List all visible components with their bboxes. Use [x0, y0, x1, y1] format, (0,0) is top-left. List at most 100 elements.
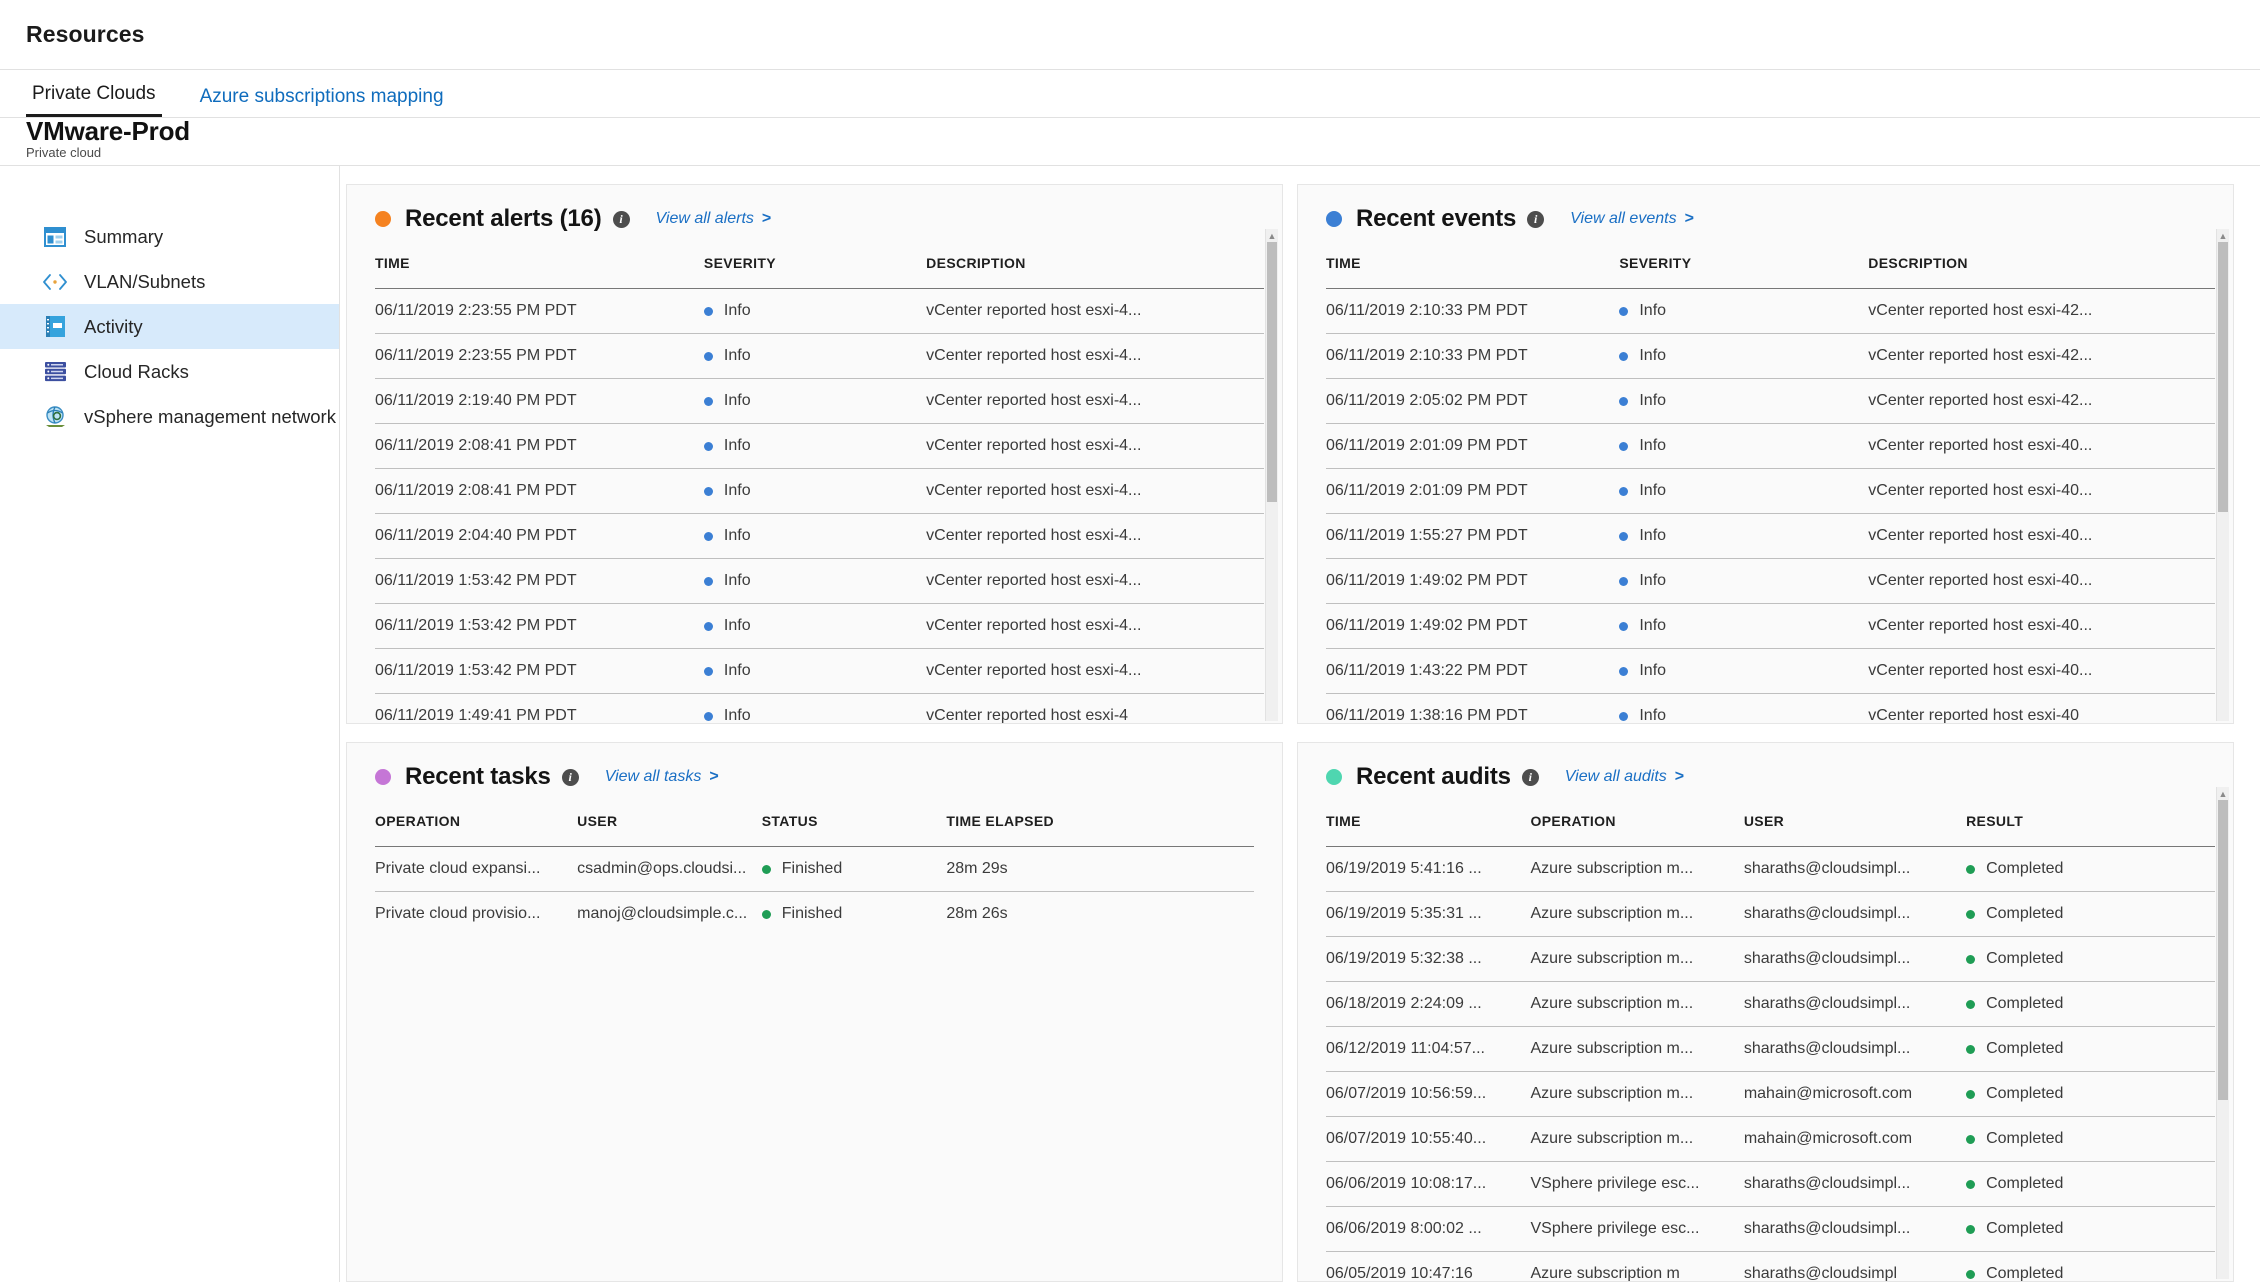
- view-all-audits-link[interactable]: View all audits >: [1565, 768, 1684, 786]
- table-row[interactable]: Private cloud expansi... csadmin@ops.clo…: [375, 846, 1254, 892]
- audit-time: 06/06/2019 8:00:02 ...: [1326, 1206, 1531, 1252]
- table-row[interactable]: 06/11/2019 1:55:27 PM PDT Info vCenter rep…: [1326, 513, 2215, 559]
- table-row[interactable]: Private cloud provisio... manoj@cloudsim…: [375, 891, 1254, 936]
- tab-private-clouds[interactable]: Private Clouds: [26, 83, 162, 117]
- table-row[interactable]: 06/06/2019 8:00:02 ... VSphere privilege …: [1326, 1206, 2215, 1252]
- task-status: Finished: [761, 846, 947, 892]
- resource-name: VMware-Prod: [26, 116, 190, 146]
- table-row[interactable]: 06/11/2019 2:10:33 PM PDT Info vCenter rep…: [1326, 288, 2215, 334]
- severity-dot: [703, 486, 713, 496]
- table-row[interactable]: 06/11/2019 2:01:09 PM PDT Info vCenter rep…: [1326, 468, 2215, 514]
- table-row[interactable]: 06/11/2019 1:53:42 PM PDT Info vCenter rep…: [375, 603, 1264, 649]
- severity-dot: [703, 531, 713, 541]
- audit-user: sharaths@cloudsimpl: [1743, 1251, 1967, 1281]
- table-row[interactable]: 06/11/2019 2:01:09 PM PDT Info vCenter rep…: [1326, 423, 2215, 469]
- recent-tasks-table: OPERATION USER STATUS TIME ELAPSED Priva…: [375, 813, 1254, 936]
- event-description: vCenter reported host esxi-40...: [1868, 423, 2215, 469]
- table-row[interactable]: 06/11/2019 2:23:55 PM PDT Info vCenter rep…: [375, 288, 1264, 334]
- audit-result: Completed: [1966, 1206, 2215, 1252]
- table-row[interactable]: 06/11/2019 2:05:02 PM PDT Info vCenter rep…: [1326, 378, 2215, 424]
- sidebar-item-label: Activity: [84, 315, 143, 337]
- recent-audits-card: Recent audits i View all audits > TIME OP…: [1297, 742, 2234, 1282]
- table-row[interactable]: 06/19/2019 5:35:31 ... Azure subscription…: [1326, 891, 2215, 937]
- table-row[interactable]: 06/11/2019 2:04:40 PM PDT Info vCenter rep…: [375, 513, 1264, 559]
- recent-tasks-header: Recent tasks i View all tasks >: [347, 743, 1282, 797]
- table-row[interactable]: 06/11/2019 1:49:41 PM PDT Info vCenter rep…: [375, 693, 1264, 723]
- table-row[interactable]: 06/19/2019 5:41:16 ... Azure subscription…: [1326, 846, 2215, 892]
- table-row[interactable]: 06/12/2019 11:04:57... Azure subscription…: [1326, 1026, 2215, 1072]
- audit-time: 06/06/2019 10:08:17...: [1326, 1161, 1531, 1207]
- alert-description: vCenter reported host esxi-4...: [926, 378, 1264, 424]
- view-all-tasks-link[interactable]: View all tasks >: [605, 768, 719, 786]
- view-all-events-link[interactable]: View all events >: [1570, 210, 1694, 228]
- events-scrollbar[interactable]: ▲: [2216, 229, 2229, 721]
- alert-time: 06/11/2019 1:49:41 PM PDT: [375, 693, 704, 723]
- scrollbar-thumb[interactable]: [1267, 242, 1277, 502]
- scrollbar-thumb[interactable]: [2218, 800, 2228, 1100]
- task-user: manoj@cloudsimple.c...: [577, 891, 762, 936]
- table-row[interactable]: 06/19/2019 5:32:38 ... Azure subscription…: [1326, 936, 2215, 982]
- table-row[interactable]: 06/07/2019 10:56:59... Azure subscription…: [1326, 1071, 2215, 1117]
- table-row[interactable]: 06/11/2019 2:08:41 PM PDT Info vCenter rep…: [375, 423, 1264, 469]
- table-row[interactable]: 06/11/2019 2:23:55 PM PDT Info vCenter rep…: [375, 333, 1264, 379]
- activity-book-icon: [42, 314, 68, 340]
- event-description: vCenter reported host esxi-40...: [1868, 513, 2215, 559]
- audit-time: 06/18/2019 2:24:09 ...: [1326, 981, 1531, 1027]
- recent-tasks-rows: Private cloud expansi... csadmin@ops.clo…: [375, 846, 1254, 936]
- table-row[interactable]: 06/05/2019 10:47:16 Azure subscription ms…: [1326, 1251, 2215, 1281]
- table-row[interactable]: 06/11/2019 2:08:41 PM PDT Info vCenter rep…: [375, 468, 1264, 514]
- recent-events-title: Recent events: [1356, 205, 1517, 232]
- table-row[interactable]: 06/18/2019 2:24:09 ... Azure subscription…: [1326, 981, 2215, 1027]
- audit-user: mahain@microsoft.com: [1743, 1071, 1967, 1117]
- view-all-alerts-link[interactable]: View all alerts >: [656, 210, 772, 228]
- audits-scrollbar[interactable]: ▲: [2216, 787, 2229, 1279]
- scroll-up-icon[interactable]: ▲: [2217, 787, 2229, 800]
- event-description: vCenter reported host esxi-42...: [1868, 333, 2215, 379]
- info-icon[interactable]: i: [561, 768, 579, 786]
- scroll-up-icon[interactable]: ▲: [2217, 229, 2229, 242]
- sidebar-item-cloud-racks[interactable]: Cloud Racks: [0, 349, 339, 394]
- recent-audits-table: TIME OPERATION USER RESULT 06/19/2019 5:…: [1326, 813, 2215, 1281]
- info-icon[interactable]: i: [612, 210, 630, 228]
- scrollbar-thumb[interactable]: [2218, 242, 2228, 512]
- table-row[interactable]: 06/11/2019 1:53:42 PM PDT Info vCenter rep…: [375, 648, 1264, 694]
- sidebar-item-vsphere-management-network[interactable]: vSphere management network: [0, 394, 339, 439]
- event-time: 06/11/2019 1:43:22 PM PDT: [1326, 648, 1620, 694]
- tab-azure-subscriptions-mapping[interactable]: Azure subscriptions mapping: [194, 86, 450, 117]
- table-row[interactable]: 06/11/2019 1:38:16 PM PDT Info vCenter rep…: [1326, 693, 2215, 723]
- event-severity: Info: [1619, 513, 1869, 559]
- audit-operation: Azure subscription m...: [1530, 1071, 1744, 1117]
- column-header-user: USER: [1743, 813, 1785, 829]
- sidebar-item-vlan-subnets[interactable]: VLAN/Subnets: [0, 259, 339, 304]
- sidebar-item-summary[interactable]: Summary: [0, 214, 339, 259]
- status-dot: [761, 864, 771, 874]
- task-status: Finished: [761, 891, 947, 936]
- table-row[interactable]: 06/11/2019 2:10:33 PM PDT Info vCenter rep…: [1326, 333, 2215, 379]
- column-header-result: RESULT: [1966, 813, 2024, 829]
- alert-severity: Info: [703, 288, 927, 334]
- recent-events-table: TIME SEVERITY DESCRIPTION 06/11/2019 2:1…: [1326, 255, 2215, 723]
- summary-icon: [42, 224, 68, 250]
- table-row[interactable]: 06/06/2019 10:08:17... VSphere privilege …: [1326, 1161, 2215, 1207]
- event-time: 06/11/2019 1:38:16 PM PDT: [1326, 693, 1620, 723]
- table-row[interactable]: 06/11/2019 2:19:40 PM PDT Info vCenter rep…: [375, 378, 1264, 424]
- severity-dot: [703, 396, 713, 406]
- info-icon[interactable]: i: [1527, 210, 1545, 228]
- column-header-description: DESCRIPTION: [926, 255, 1026, 271]
- table-row[interactable]: 06/07/2019 10:55:40... Azure subscription…: [1326, 1116, 2215, 1162]
- table-row[interactable]: 06/11/2019 1:49:02 PM PDT Info vCenter rep…: [1326, 558, 2215, 604]
- sidebar-item-activity[interactable]: Activity: [0, 304, 339, 349]
- recent-tasks-table-wrap: OPERATION USER STATUS TIME ELAPSED Priva…: [347, 813, 1282, 1281]
- alert-severity: Info: [703, 333, 927, 379]
- event-severity: Info: [1619, 378, 1869, 424]
- scroll-up-icon[interactable]: ▲: [1266, 229, 1278, 242]
- recent-alerts-card: Recent alerts (16) i View all alerts > TI…: [346, 184, 1283, 724]
- table-row[interactable]: 06/11/2019 1:49:02 PM PDT Info vCenter rep…: [1326, 603, 2215, 649]
- info-icon[interactable]: i: [1521, 768, 1539, 786]
- alerts-scrollbar[interactable]: ▲: [1265, 229, 1278, 721]
- table-row[interactable]: 06/11/2019 1:43:22 PM PDT Info vCenter rep…: [1326, 648, 2215, 694]
- alert-severity: Info: [703, 603, 927, 649]
- column-header-description: DESCRIPTION: [1868, 255, 1968, 271]
- table-row[interactable]: 06/11/2019 1:53:42 PM PDT Info vCenter rep…: [375, 558, 1264, 604]
- alert-time: 06/11/2019 1:53:42 PM PDT: [375, 558, 704, 604]
